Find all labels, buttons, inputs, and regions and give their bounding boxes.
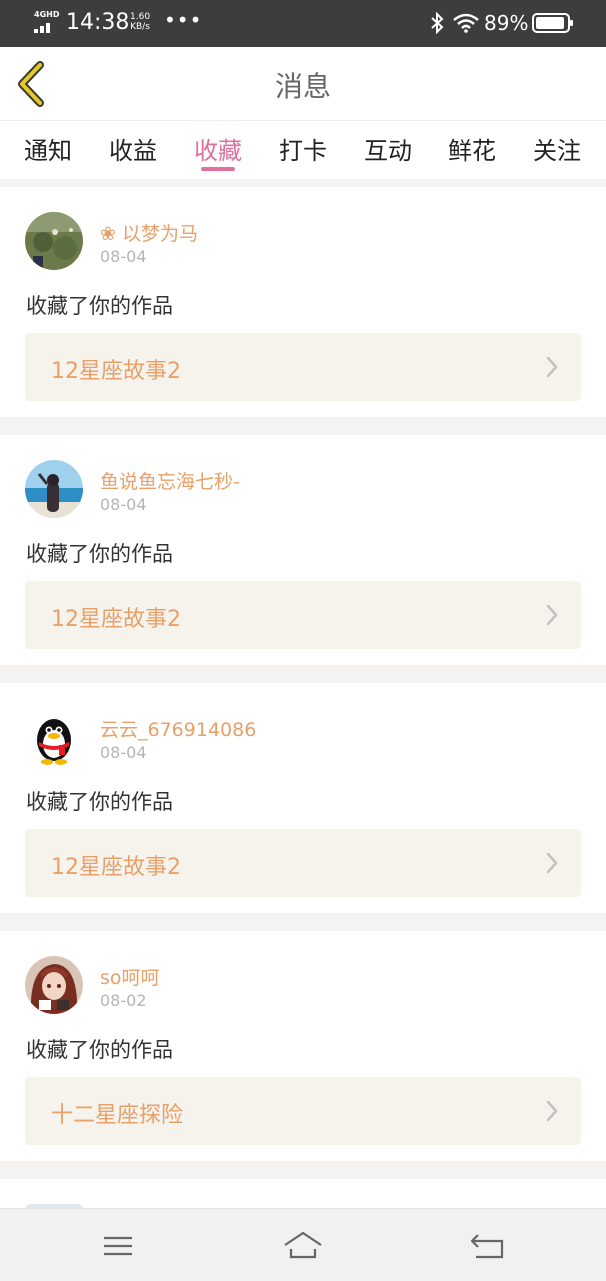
notification-card: 鱼说鱼忘海七秒- 08-04 收藏了你的作品 12星座故事2 — [0, 435, 606, 665]
notification-card: 云云_676914086 08-04 收藏了你的作品 12星座故事2 — [0, 683, 606, 913]
category-tabs: 通知 收益 收藏 打卡 互动 鲜花 关注 — [0, 120, 606, 179]
menu-icon[interactable] — [98, 1229, 138, 1263]
landscape-avatar-image — [25, 212, 83, 270]
return-icon[interactable] — [468, 1229, 508, 1263]
tab-notice[interactable]: 通知 — [13, 131, 83, 166]
work-title: 12星座故事2 — [51, 607, 181, 632]
notification-card: ❀ 以梦为马 08-04 收藏了你的作品 12星座故事2 — [0, 187, 606, 417]
username[interactable]: 云云_676914086 — [100, 715, 256, 742]
home-icon[interactable] — [283, 1229, 323, 1263]
work-link[interactable]: 12星座故事2 — [25, 333, 581, 401]
page-title: 消息 — [274, 70, 331, 103]
work-link[interactable]: 12星座故事2 — [25, 829, 581, 897]
notification-date: 08-02 — [100, 991, 147, 1010]
chevron-right-icon — [546, 356, 558, 378]
more-notifications-icon: ••• — [164, 8, 203, 32]
wifi-icon — [453, 13, 479, 33]
work-title: 十二星座探险 — [51, 1103, 184, 1128]
status-bar: 4GHD 14:38 1.60 KB/s ••• 89% — [0, 0, 606, 47]
penguin-avatar-image — [25, 708, 83, 766]
speed-unit: KB/s — [130, 22, 150, 32]
user-avatar[interactable] — [25, 212, 83, 270]
speed-value: 1.60 — [130, 12, 151, 22]
network-type: 4GHD — [34, 10, 60, 19]
user-avatar[interactable] — [25, 460, 83, 518]
tab-checkin[interactable]: 打卡 — [268, 131, 338, 166]
tab-flowers[interactable]: 鲜花 — [437, 131, 507, 166]
notification-date: 08-04 — [100, 495, 147, 514]
tab-earnings[interactable]: 收益 — [98, 131, 168, 166]
signal-icon — [34, 23, 50, 33]
notification-date: 08-04 — [100, 247, 147, 266]
action-text: 收藏了你的作品 — [26, 790, 173, 814]
beach-avatar-image — [25, 460, 83, 518]
chevron-right-icon — [546, 604, 558, 626]
action-text: 收藏了你的作品 — [26, 294, 173, 318]
work-title: 12星座故事2 — [51, 855, 181, 880]
bluetooth-icon — [431, 12, 444, 34]
work-link[interactable]: 十二星座探险 — [25, 1077, 581, 1145]
active-tab-indicator — [201, 167, 235, 171]
battery-icon — [532, 13, 573, 33]
battery-percent: 89% — [484, 11, 529, 35]
notification-date: 08-04 — [100, 743, 147, 762]
username[interactable]: ❀ 以梦为马 — [100, 219, 198, 246]
notification-card: so呵呵 08-02 收藏了你的作品 十二星座探险 — [0, 931, 606, 1161]
tab-favorites[interactable]: 收藏 — [183, 131, 253, 166]
username[interactable]: 鱼说鱼忘海七秒- — [100, 467, 240, 494]
anime-avatar-image — [25, 956, 83, 1014]
tab-interaction[interactable]: 互动 — [353, 131, 423, 166]
user-avatar[interactable] — [25, 708, 83, 766]
app-header: 消息 — [0, 47, 606, 120]
user-avatar[interactable] — [25, 956, 83, 1014]
work-link[interactable]: 12星座故事2 — [25, 581, 581, 649]
username[interactable]: so呵呵 — [100, 963, 160, 990]
action-text: 收藏了你的作品 — [26, 1038, 173, 1062]
network-speed: 1.60 KB/s — [130, 12, 150, 32]
system-nav-bar — [0, 1208, 606, 1281]
chevron-right-icon — [546, 852, 558, 874]
clock: 14:38 — [66, 10, 130, 35]
chevron-right-icon — [546, 1100, 558, 1122]
work-title: 12星座故事2 — [51, 359, 181, 384]
tab-follow[interactable]: 关注 — [522, 131, 592, 166]
action-text: 收藏了你的作品 — [26, 542, 173, 566]
